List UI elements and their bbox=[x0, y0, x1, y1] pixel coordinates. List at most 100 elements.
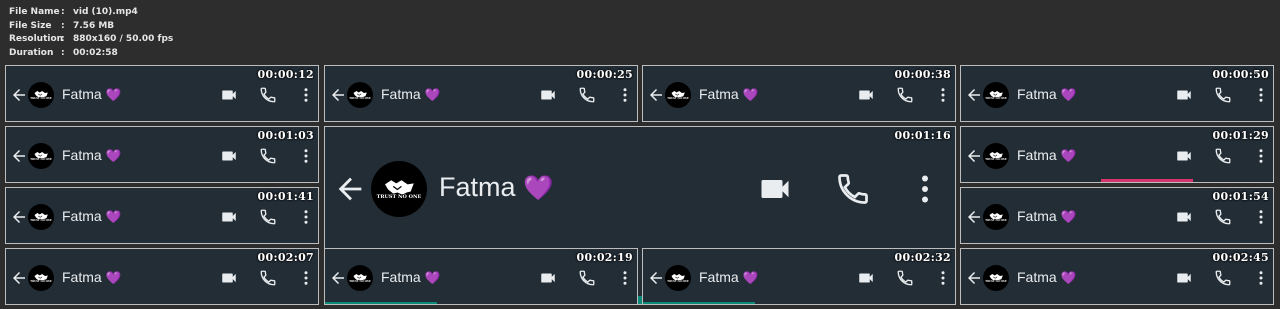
voice-call-icon[interactable] bbox=[1214, 86, 1232, 108]
video-call-icon[interactable] bbox=[220, 147, 238, 169]
avatar[interactable]: TRUST NO ONE bbox=[28, 204, 54, 230]
contact-name[interactable]: Fatma 💜 bbox=[62, 208, 121, 225]
voice-call-icon[interactable] bbox=[1214, 269, 1232, 291]
contact-name[interactable]: Fatma 💜 bbox=[699, 86, 758, 103]
more-options-icon[interactable] bbox=[1252, 86, 1270, 108]
avatar[interactable]: TRUST NO ONE bbox=[983, 265, 1009, 291]
back-arrow-icon[interactable] bbox=[10, 147, 28, 169]
avatar[interactable]: TRUST NO ONE bbox=[28, 82, 54, 108]
more-options-icon[interactable] bbox=[297, 208, 315, 230]
back-arrow-icon[interactable] bbox=[965, 86, 983, 108]
back-arrow-icon[interactable] bbox=[965, 147, 983, 169]
back-arrow-icon[interactable] bbox=[965, 208, 983, 230]
video-call-icon[interactable] bbox=[220, 269, 238, 291]
video-call-icon[interactable] bbox=[539, 86, 557, 108]
video-thumbnail[interactable]: TRUST NO ONE Fatma 💜 00:02:45 bbox=[960, 248, 1274, 305]
avatar[interactable]: TRUST NO ONE bbox=[28, 265, 54, 291]
more-options-icon[interactable] bbox=[616, 269, 634, 291]
video-call-icon[interactable] bbox=[857, 269, 875, 291]
back-arrow-icon[interactable] bbox=[647, 86, 665, 108]
back-arrow-icon[interactable] bbox=[10, 269, 28, 291]
video-thumbnail[interactable]: TRUST NO ONE Fatma 💜 00:02:07 bbox=[5, 248, 319, 305]
video-thumbnail[interactable]: TRUST NO ONE Fatma 💜 00:01:41 bbox=[5, 187, 319, 244]
voice-call-icon[interactable] bbox=[1214, 208, 1232, 230]
avatar[interactable]: TRUST NO ONE bbox=[983, 82, 1009, 108]
more-options-icon[interactable] bbox=[934, 86, 952, 108]
avatar[interactable]: TRUST NO ONE bbox=[371, 161, 427, 217]
voice-call-icon[interactable] bbox=[578, 269, 596, 291]
voice-call-icon[interactable] bbox=[259, 147, 277, 169]
contact-name[interactable]: Fatma 💜 bbox=[62, 147, 121, 164]
more-options-icon[interactable] bbox=[907, 171, 943, 211]
contact-name[interactable]: Fatma 💜 bbox=[1017, 86, 1076, 103]
duration-row: Duration : 00:02:58 bbox=[9, 47, 173, 61]
contact-name-label: Fatma bbox=[62, 269, 102, 286]
more-options-icon[interactable] bbox=[297, 269, 315, 291]
more-options-icon[interactable] bbox=[934, 269, 952, 291]
video-call-icon[interactable] bbox=[1175, 269, 1193, 291]
voice-call-icon[interactable] bbox=[896, 86, 914, 108]
video-call-icon[interactable] bbox=[1175, 147, 1193, 169]
avatar[interactable]: TRUST NO ONE bbox=[665, 265, 691, 291]
contact-name[interactable]: Fatma 💜 bbox=[62, 269, 121, 286]
video-call-icon[interactable] bbox=[220, 86, 238, 108]
more-options-icon[interactable] bbox=[297, 86, 315, 108]
voice-call-icon bbox=[579, 270, 595, 286]
video-thumbnail[interactable]: TRUST NO ONE Fatma 💜 00:02:32 bbox=[642, 248, 956, 305]
voice-call-icon[interactable] bbox=[1214, 147, 1232, 169]
contact-name[interactable]: Fatma 💜 bbox=[1017, 269, 1076, 286]
voice-call-icon[interactable] bbox=[578, 86, 596, 108]
back-arrow-icon[interactable] bbox=[329, 269, 347, 291]
file-info: File Name : vid (10).mp4 File Size : 7.5… bbox=[9, 6, 173, 60]
back-arrow-icon bbox=[650, 89, 662, 101]
voice-call-icon[interactable] bbox=[259, 208, 277, 230]
contact-name[interactable]: Fatma 💜 bbox=[1017, 208, 1076, 225]
back-arrow-icon[interactable] bbox=[333, 172, 367, 210]
more-options-icon bbox=[1259, 210, 1263, 224]
video-call-icon[interactable] bbox=[1175, 208, 1193, 230]
contact-name[interactable]: Fatma 💜 bbox=[381, 269, 440, 286]
video-call-icon[interactable] bbox=[1175, 86, 1193, 108]
more-options-icon[interactable] bbox=[1252, 147, 1270, 169]
voice-call-icon[interactable] bbox=[259, 86, 277, 108]
back-arrow-icon[interactable] bbox=[647, 269, 665, 291]
contact-name[interactable]: Fatma 💜 bbox=[381, 86, 440, 103]
voice-call-icon[interactable] bbox=[896, 269, 914, 291]
contact-name[interactable]: Fatma 💜 bbox=[1017, 147, 1076, 164]
video-thumbnail[interactable]: TRUST NO ONE Fatma 💜 00:00:50 bbox=[960, 65, 1274, 122]
contact-name[interactable]: Fatma 💜 bbox=[699, 269, 758, 286]
avatar[interactable]: TRUST NO ONE bbox=[983, 204, 1009, 230]
back-arrow-icon[interactable] bbox=[10, 86, 28, 108]
video-thumbnail[interactable]: TRUST NO ONE Fatma 💜 00:01:29 bbox=[960, 126, 1274, 183]
more-options-icon[interactable] bbox=[616, 86, 634, 108]
video-call-icon bbox=[1177, 273, 1191, 283]
video-call-icon[interactable] bbox=[539, 269, 557, 291]
video-thumbnail[interactable]: TRUST NO ONE Fatma 💜 00:00:38 bbox=[642, 65, 956, 122]
avatar[interactable]: TRUST NO ONE bbox=[28, 143, 54, 169]
more-options-icon[interactable] bbox=[1252, 269, 1270, 291]
voice-call-icon[interactable] bbox=[259, 269, 277, 291]
avatar[interactable]: TRUST NO ONE bbox=[665, 82, 691, 108]
avatar[interactable]: TRUST NO ONE bbox=[347, 265, 373, 291]
contact-name[interactable]: Fatma 💜 bbox=[439, 172, 553, 203]
avatar[interactable]: TRUST NO ONE bbox=[983, 143, 1009, 169]
handshake-icon bbox=[989, 151, 1003, 159]
more-options-icon[interactable] bbox=[297, 147, 315, 169]
voice-call-icon[interactable] bbox=[835, 171, 871, 211]
video-thumbnail[interactable]: TRUST NO ONE Fatma 💜 00:02:19 bbox=[324, 248, 638, 305]
more-options-icon[interactable] bbox=[1252, 208, 1270, 230]
video-thumbnail[interactable]: TRUST NO ONE Fatma 💜 00:00:12 bbox=[5, 65, 319, 122]
video-thumbnail[interactable]: TRUST NO ONE Fatma 💜 00:01:03 bbox=[5, 126, 319, 183]
video-call-icon[interactable] bbox=[220, 208, 238, 230]
back-arrow-icon[interactable] bbox=[10, 208, 28, 230]
back-arrow-icon[interactable] bbox=[965, 269, 983, 291]
video-call-icon[interactable] bbox=[757, 171, 793, 211]
more-options-icon bbox=[304, 88, 308, 102]
contact-name[interactable]: Fatma 💜 bbox=[62, 86, 121, 103]
video-call-icon[interactable] bbox=[857, 86, 875, 108]
avatar[interactable]: TRUST NO ONE bbox=[347, 82, 373, 108]
back-arrow-icon[interactable] bbox=[329, 86, 347, 108]
video-thumbnail[interactable]: TRUST NO ONE Fatma 💜 00:00:25 bbox=[324, 65, 638, 122]
purple-heart-icon: 💜 bbox=[105, 149, 122, 164]
video-thumbnail[interactable]: TRUST NO ONE Fatma 💜 00:01:54 bbox=[960, 187, 1274, 244]
